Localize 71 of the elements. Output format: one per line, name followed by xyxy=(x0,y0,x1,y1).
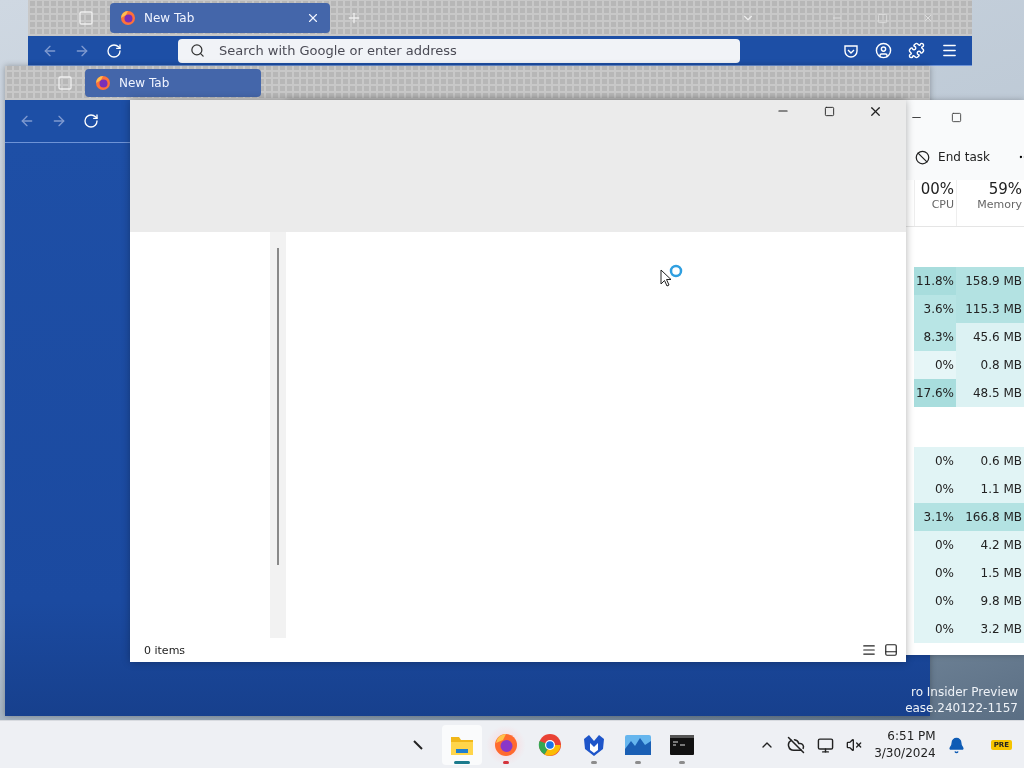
extensions-icon[interactable] xyxy=(908,42,925,59)
scrollbar-thumb[interactable] xyxy=(277,248,279,565)
cpu-cell: 0% xyxy=(914,587,956,615)
search-icon xyxy=(190,43,205,58)
cloud-off-icon[interactable] xyxy=(787,736,806,754)
app-indicator xyxy=(679,761,685,764)
pen-icon xyxy=(413,740,423,750)
memory-cell: 158.9 MB xyxy=(956,267,1024,295)
memory-cell: 115.3 MB xyxy=(956,295,1024,323)
column-header[interactable]: 59% Memory xyxy=(956,180,1024,226)
browser-tab[interactable]: New Tab xyxy=(85,69,261,97)
pocket-icon[interactable] xyxy=(843,42,859,59)
firefox-icon xyxy=(120,10,136,26)
cpu-cell: 8.3% xyxy=(914,323,956,351)
network-icon[interactable] xyxy=(817,736,835,754)
cpu-cell: 0% xyxy=(914,531,956,559)
end-task-button[interactable]: End task xyxy=(909,145,996,169)
details-view-icon[interactable] xyxy=(862,643,876,657)
memory-cell: 45.6 MB xyxy=(956,323,1024,351)
app-indicator xyxy=(454,761,470,764)
firefox-icon xyxy=(494,733,518,757)
memory-cell: 1.5 MB xyxy=(956,559,1024,587)
cpu-cell: 3.6% xyxy=(914,295,956,323)
cpu-cell: 0% xyxy=(914,615,956,643)
cpu-cell: 0% xyxy=(914,475,956,503)
memory-cell: 9.8 MB xyxy=(956,587,1024,615)
cpu-cell: 11.8% xyxy=(914,267,956,295)
desktop-watermark-text: ro Insider Preview xyxy=(911,684,1018,700)
column-header[interactable]: 00% CPU xyxy=(914,180,956,226)
shield-icon xyxy=(582,733,606,757)
memory-cell: 4.2 MB xyxy=(956,531,1024,559)
bell-icon[interactable] xyxy=(947,736,965,754)
app-indicator xyxy=(635,761,641,764)
address-placeholder: Search with Google or enter address xyxy=(219,43,457,58)
reload-icon[interactable] xyxy=(83,113,99,129)
maximize-icon[interactable] xyxy=(951,111,962,123)
firefox-icon xyxy=(95,75,111,91)
browser-tab[interactable]: New Tab xyxy=(110,3,330,33)
memory-cell: 1.1 MB xyxy=(956,475,1024,503)
folder-icon xyxy=(450,734,474,756)
memory-cell: 0.8 MB xyxy=(956,351,1024,379)
forward-icon[interactable] xyxy=(51,113,67,129)
cpu-cell: 17.6% xyxy=(914,379,956,407)
photos-icon xyxy=(625,735,651,755)
memory-cell: 3.2 MB xyxy=(956,615,1024,643)
menu-icon[interactable] xyxy=(941,42,958,59)
cpu-cell: 0% xyxy=(914,559,956,587)
app-indicator xyxy=(503,761,509,764)
memory-cell: 0.6 MB xyxy=(956,447,1024,475)
memory-cell: 166.8 MB xyxy=(956,503,1024,531)
cpu-cell: 3.1% xyxy=(914,503,956,531)
app-indicator xyxy=(591,761,597,764)
cpu-cell: 0% xyxy=(914,447,956,475)
chrome-icon xyxy=(538,733,562,757)
clock[interactable]: 6:51 PM 3/30/2024 xyxy=(874,728,936,762)
item-count: 0 items xyxy=(144,643,186,657)
memory-cell: 48.5 MB xyxy=(956,379,1024,407)
close-icon[interactable] xyxy=(306,11,320,25)
reload-icon[interactable] xyxy=(106,42,122,59)
back-icon[interactable] xyxy=(19,113,35,129)
maximize-icon xyxy=(823,105,835,117)
cpu-cell: 0% xyxy=(914,351,956,379)
account-icon[interactable] xyxy=(875,42,892,59)
terminal-icon xyxy=(670,735,694,755)
scrollbar[interactable] xyxy=(270,232,286,638)
end-task-icon xyxy=(915,149,931,165)
busy-cursor-icon xyxy=(660,264,684,290)
desktop-watermark-text: ease.240122-1157 xyxy=(905,700,1018,716)
address-bar[interactable]: Search with Google or enter address xyxy=(178,38,740,63)
tiles-view-icon[interactable] xyxy=(884,643,898,657)
volume-mute-icon[interactable] xyxy=(846,737,863,753)
